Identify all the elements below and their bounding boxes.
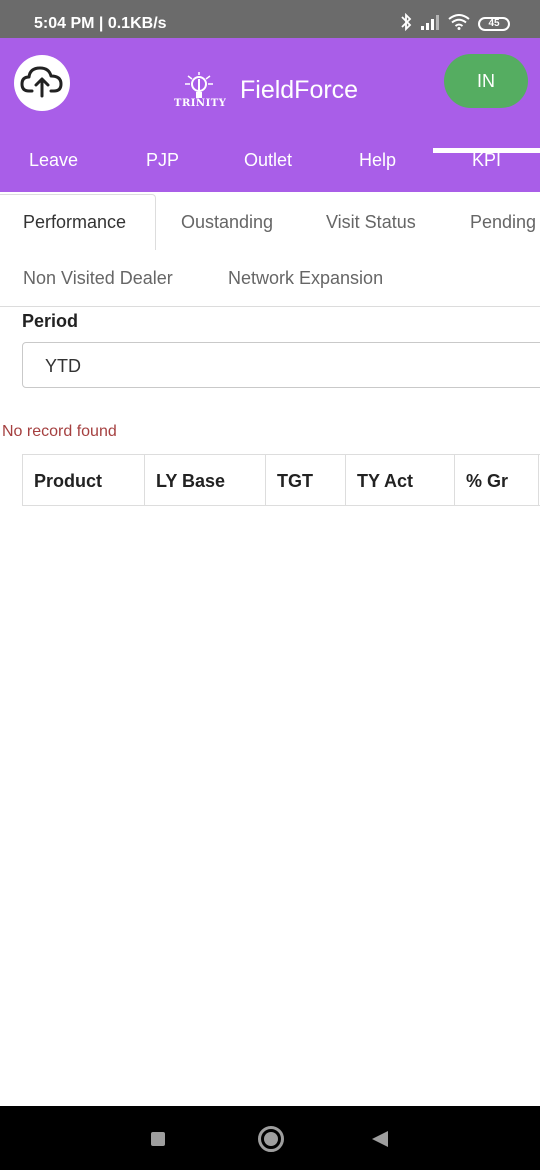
home-icon[interactable]	[258, 1126, 284, 1152]
bluetooth-icon	[400, 12, 412, 36]
period-label: Period	[22, 311, 79, 331]
table-header-ly-base: LY Base	[145, 455, 266, 505]
status-time-speed: 5:04 PM | 0.1KB/s	[34, 15, 167, 32]
tabs-divider	[0, 306, 540, 307]
table-header-product: Product	[23, 455, 145, 505]
table-header-ty-act: TY Act	[346, 455, 455, 505]
subtab-network-expansion[interactable]: Network Expansion	[228, 268, 383, 289]
subtab-visit-status[interactable]: Visit Status	[326, 212, 416, 233]
app-title: FieldForce	[240, 76, 359, 104]
upload-button[interactable]	[14, 55, 70, 111]
recents-icon[interactable]	[151, 1132, 165, 1146]
period-select[interactable]: YTD	[22, 342, 540, 388]
nav-item-outlet[interactable]: Outlet	[244, 150, 292, 171]
back-icon[interactable]	[372, 1131, 388, 1147]
subtab-performance[interactable]: Performance	[23, 212, 126, 233]
main-nav: Leave PJP Outlet Help KPI	[0, 138, 540, 188]
nav-item-leave[interactable]: Leave	[29, 150, 78, 171]
battery-indicator: 45	[478, 17, 510, 31]
nav-active-indicator	[433, 148, 540, 153]
kpi-table: Product LY Base TGT TY Act % Gr	[22, 454, 540, 506]
nav-item-help[interactable]: Help	[359, 150, 396, 171]
logo-text: TRINITY	[174, 98, 227, 109]
nav-item-kpi[interactable]: KPI	[472, 150, 501, 171]
app-header: TRINITY FieldForce IN Leave PJP Outlet H…	[0, 38, 540, 192]
wifi-icon	[448, 13, 470, 35]
subtab-non-visited-dealer[interactable]: Non Visited Dealer	[23, 268, 173, 289]
check-in-button[interactable]: IN	[444, 54, 528, 108]
system-navigation-bar	[0, 1106, 540, 1170]
table-header-pct-growth: % Gr	[455, 455, 539, 505]
cloud-upload-icon	[20, 63, 64, 104]
status-icons: 45	[400, 12, 510, 36]
subtab-oustanding[interactable]: Oustanding	[181, 212, 273, 233]
signal-icon	[420, 14, 440, 35]
subtab-pending[interactable]: Pending	[470, 212, 536, 233]
nav-item-pjp[interactable]: PJP	[146, 150, 179, 171]
trinity-logo: TRINITY	[174, 72, 227, 112]
no-record-message: No record found	[2, 423, 117, 440]
status-bar: 5:04 PM | 0.1KB/s 45	[0, 0, 540, 38]
period-selected-value: YTD	[45, 356, 81, 376]
table-header-tgt: TGT	[266, 455, 346, 505]
